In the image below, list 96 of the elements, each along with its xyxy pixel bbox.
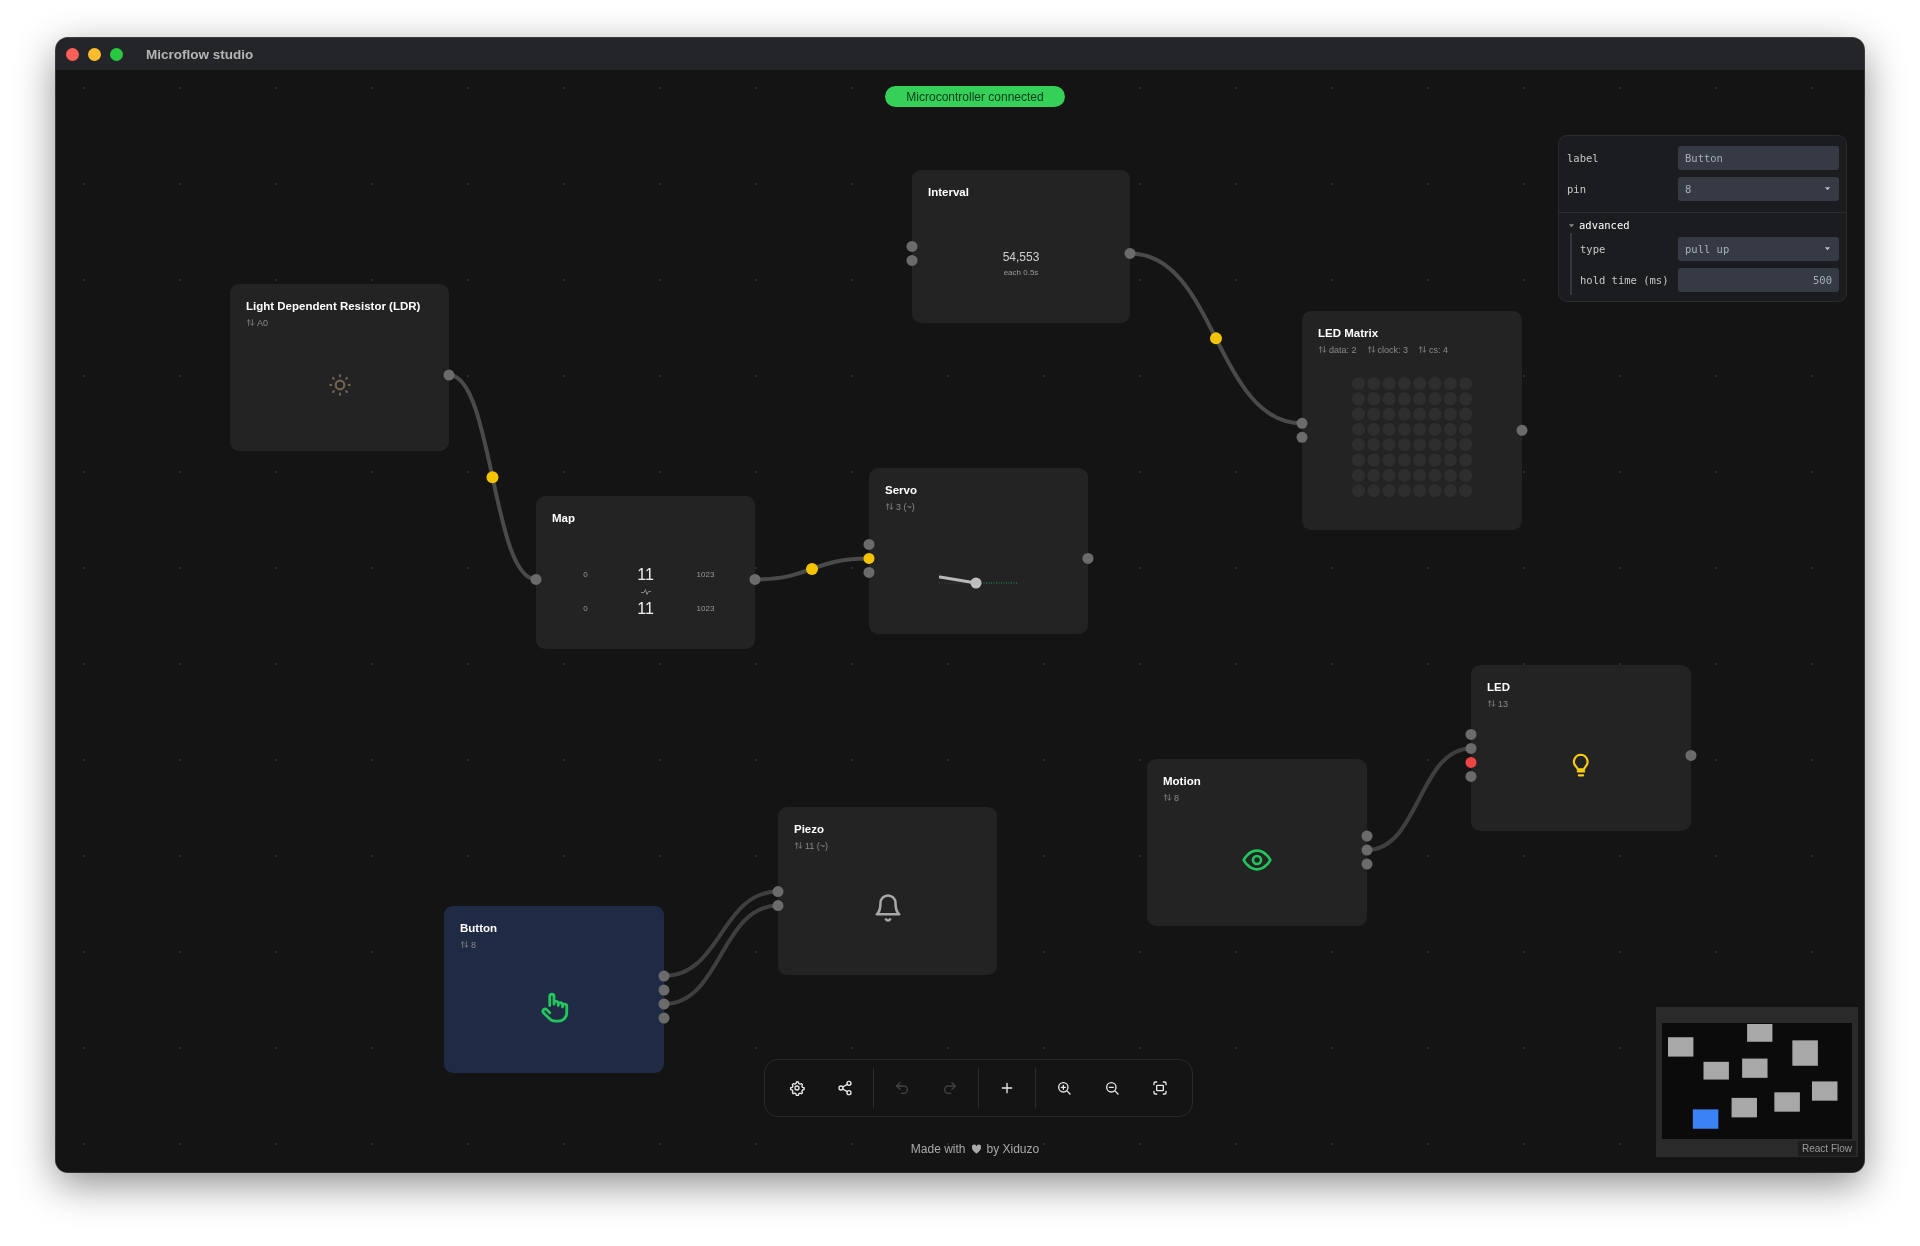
heart-icon xyxy=(970,1144,982,1154)
signal-dot xyxy=(1210,332,1222,345)
connection-handle[interactable] xyxy=(863,538,875,550)
number-field[interactable]: 500 xyxy=(1678,267,1839,292)
pin-label: clock: 3 xyxy=(1377,344,1409,355)
node-title: Piezo xyxy=(794,823,826,835)
field-label: type xyxy=(1580,242,1606,255)
pin-icon xyxy=(794,841,803,850)
connection-handle[interactable] xyxy=(863,552,875,564)
node-card[interactable]: LED Matrix data: 2 clock: 3 cs: 4 xyxy=(1302,311,1522,530)
connection-handle[interactable] xyxy=(1361,858,1373,870)
close-button[interactable] xyxy=(66,47,79,61)
connection-handle[interactable] xyxy=(1296,417,1308,429)
connection-handle[interactable] xyxy=(658,998,670,1010)
node-title: Interval xyxy=(928,186,970,198)
credit-text: by Xiduzo xyxy=(986,1142,1040,1156)
minimize-button[interactable] xyxy=(88,47,101,61)
node-card[interactable]: Light Dependent Resistor (LDR) A0 xyxy=(230,284,449,451)
counter-value: 54,553 xyxy=(1002,250,1040,264)
connection-handle[interactable] xyxy=(1361,830,1373,842)
connection-handle[interactable] xyxy=(1124,247,1136,259)
connection-handle[interactable] xyxy=(772,886,784,898)
range-max: 1023 xyxy=(696,604,715,613)
pin-label: data: 2 xyxy=(1329,344,1357,355)
connection-handle[interactable] xyxy=(772,900,784,912)
connection-handle[interactable] xyxy=(1465,770,1477,782)
credit-text: Made with xyxy=(910,1142,966,1156)
range-max: 1023 xyxy=(696,570,715,579)
mapped-value: 11 xyxy=(637,565,654,584)
connection-handle[interactable] xyxy=(1361,844,1373,856)
caret-icon xyxy=(1823,244,1832,253)
node-card[interactable]: Motion 8 xyxy=(1147,759,1367,926)
pin-icon xyxy=(1366,345,1376,354)
node-title: Motion xyxy=(1163,775,1202,787)
section-toggle[interactable]: advanced xyxy=(1567,219,1630,231)
signal-dot xyxy=(486,471,499,484)
connection-handle[interactable] xyxy=(658,984,670,996)
field-label: hold time (ms) xyxy=(1580,273,1669,286)
node-card[interactable]: Servo 3 (~) xyxy=(869,468,1088,634)
attribution-link[interactable]: React Flow xyxy=(1798,1141,1856,1156)
connection-handle[interactable] xyxy=(1082,552,1094,564)
mapped-value: 11 xyxy=(637,599,654,618)
pin-label: 8 xyxy=(471,939,476,950)
node-card[interactable]: Button 8 xyxy=(444,906,664,1073)
field-label: label xyxy=(1567,151,1599,164)
pin-icon xyxy=(246,318,255,327)
connection-handle[interactable] xyxy=(658,970,670,982)
node-card[interactable]: Piezo 11 (~) xyxy=(778,807,997,975)
pin-icon xyxy=(1163,793,1172,802)
field-label: pin xyxy=(1567,182,1586,195)
connection-handle[interactable] xyxy=(1465,756,1477,768)
pin-label: 13 xyxy=(1498,698,1508,709)
pin-label: 3 (~) xyxy=(896,501,915,512)
connection-handle[interactable] xyxy=(1685,749,1697,761)
connection-handle[interactable] xyxy=(658,1012,670,1024)
node-card[interactable]: LED 13 xyxy=(1471,665,1691,831)
pin-label: cs: 4 xyxy=(1429,344,1449,355)
connection-handle[interactable] xyxy=(1296,431,1308,443)
pin-label: 8 xyxy=(1174,792,1179,803)
connection-handle[interactable] xyxy=(1465,728,1477,740)
connection-handle[interactable] xyxy=(906,254,918,266)
select-field[interactable]: pull up xyxy=(1678,236,1839,261)
range-min: 0 xyxy=(583,570,588,579)
connection-handle[interactable] xyxy=(443,369,455,381)
sun-icon xyxy=(326,371,353,398)
connection-handle[interactable] xyxy=(1465,742,1477,754)
pin-icon xyxy=(1418,345,1428,354)
node-title: Map xyxy=(552,512,576,524)
node-title: Servo xyxy=(885,484,918,496)
pin-label: A0 xyxy=(257,317,268,328)
node-title: LED xyxy=(1487,681,1511,693)
connection-handle[interactable] xyxy=(863,566,875,578)
connection-handle[interactable] xyxy=(906,240,918,252)
node-card[interactable]: Map 0 11 1023 0 11 1023 xyxy=(536,496,755,649)
text-field[interactable]: Button xyxy=(1678,145,1839,170)
pin-icon xyxy=(460,940,469,949)
status-badge: Microcontroller connected xyxy=(885,86,1065,107)
pin-icon xyxy=(885,502,894,511)
pin-icon xyxy=(1487,699,1496,708)
caret-icon xyxy=(1823,184,1832,193)
node-card[interactable]: Interval 54,553 each 0.5s xyxy=(912,170,1130,323)
maximize-button[interactable] xyxy=(110,47,123,61)
connection-handle[interactable] xyxy=(749,573,761,585)
pin-label: 11 (~) xyxy=(805,840,829,851)
node-title: LED Matrix xyxy=(1318,327,1380,339)
window-title: Microflow studio xyxy=(146,46,254,62)
signal-dot xyxy=(806,562,818,575)
connection-handle[interactable] xyxy=(530,573,542,585)
node-title: Button xyxy=(460,922,499,934)
minimap[interactable]: React Flow xyxy=(1656,1007,1858,1157)
connection-handle[interactable] xyxy=(1516,424,1528,436)
range-min: 0 xyxy=(583,604,588,613)
select-field[interactable]: 8 xyxy=(1678,176,1839,201)
pin-icon xyxy=(1318,345,1327,354)
interval-caption: each 0.5s xyxy=(1003,268,1039,277)
node-title: Light Dependent Resistor (LDR) xyxy=(246,300,422,312)
